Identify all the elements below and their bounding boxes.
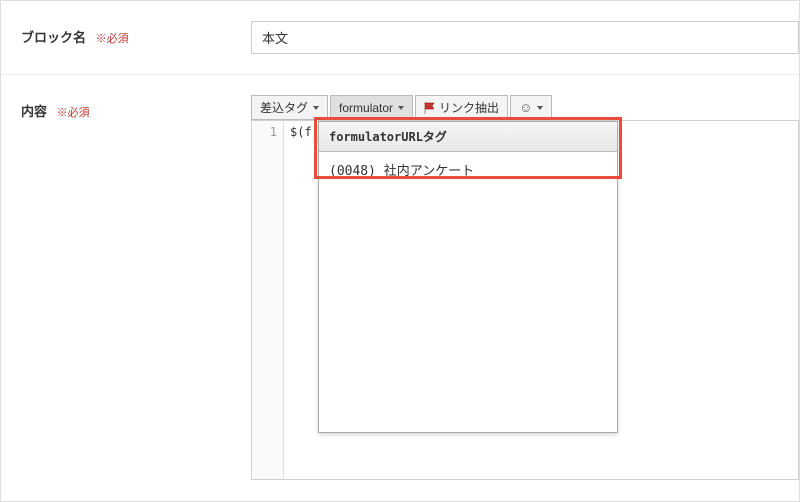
formulator-label: formulator	[339, 101, 393, 115]
content-label-col: 内容 ※必須	[21, 95, 251, 480]
line-number: 1	[252, 125, 283, 139]
code-text: $(f	[290, 125, 312, 139]
link-extract-button[interactable]: リンク抽出	[415, 95, 508, 120]
editor-code-area[interactable]: $(f formulatorURLタグ (0048) 社内アンケート	[284, 121, 798, 479]
content-required: ※必須	[57, 107, 90, 119]
editor-toolbar: 差込タグ formulator リンク抽出 ☺	[251, 95, 799, 120]
content-field: 差込タグ formulator リンク抽出 ☺ 1	[251, 95, 799, 480]
formulator-dropdown: formulatorURLタグ (0048) 社内アンケート	[318, 121, 618, 433]
flag-icon	[424, 102, 436, 114]
dropdown-item-0048[interactable]: (0048) 社内アンケート	[319, 152, 617, 187]
block-name-required: ※必須	[96, 33, 129, 45]
block-name-input[interactable]	[251, 21, 799, 54]
link-extract-label: リンク抽出	[439, 99, 499, 116]
insert-tag-button[interactable]: 差込タグ	[251, 95, 328, 120]
content-row: 内容 ※必須 差込タグ formulator リンク抽出 ☺	[1, 75, 799, 480]
editor-gutter: 1	[252, 121, 284, 479]
smiley-icon: ☺	[519, 101, 532, 114]
insert-tag-label: 差込タグ	[260, 99, 308, 116]
dropdown-header: formulatorURLタグ	[319, 122, 617, 152]
code-editor[interactable]: 1 $(f formulatorURLタグ (0048) 社内アンケート	[251, 120, 799, 480]
emoji-button[interactable]: ☺	[510, 95, 552, 120]
block-name-row: ブロック名 ※必須	[1, 1, 799, 75]
block-name-field	[251, 21, 799, 54]
caret-icon	[313, 106, 319, 110]
block-name-label-col: ブロック名 ※必須	[21, 21, 251, 54]
caret-icon	[398, 106, 404, 110]
block-name-label: ブロック名	[21, 30, 86, 45]
dropdown-body: (0048) 社内アンケート	[319, 152, 617, 432]
content-label: 内容	[21, 104, 47, 119]
caret-icon	[537, 106, 543, 110]
formulator-button[interactable]: formulator	[330, 95, 413, 120]
